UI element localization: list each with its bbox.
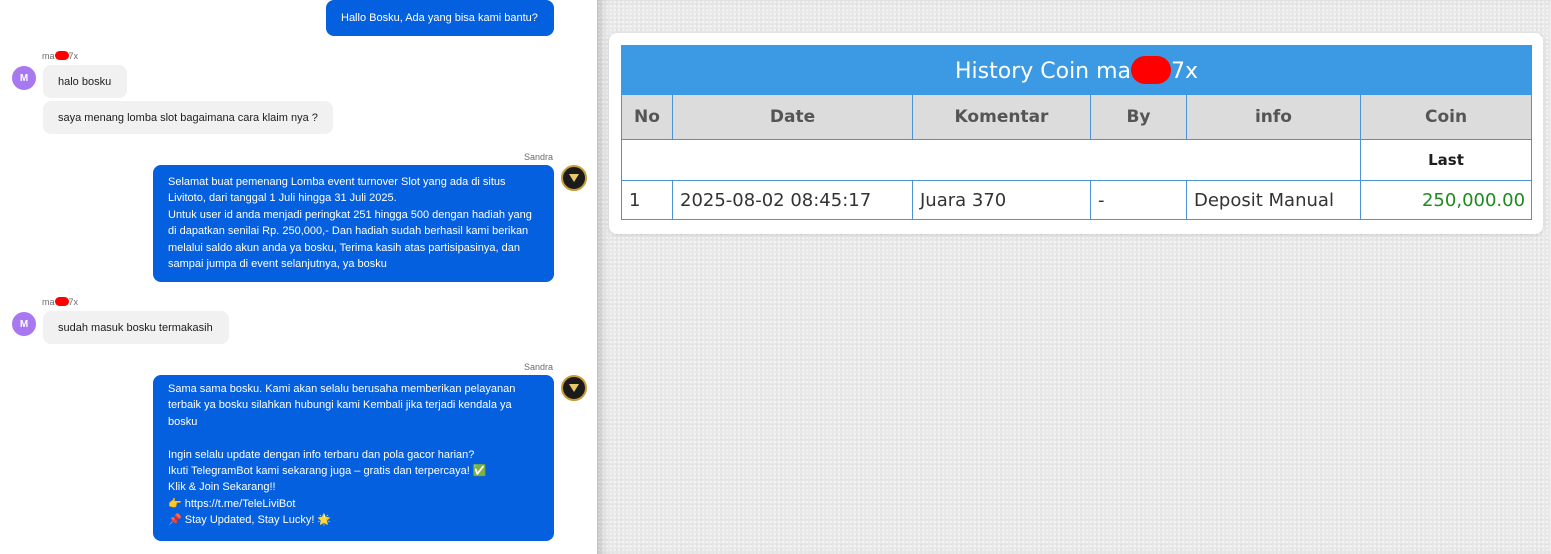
chat-message-outgoing: Hallo Bosku, Ada yang bisa kami bantu? xyxy=(326,0,554,36)
message-sender-name: ma 7x xyxy=(42,297,79,307)
cell-coin: 250,000.00 xyxy=(1359,180,1533,220)
coin-history-card: History Coin ma 7x No Date Komentar By in… xyxy=(609,33,1543,234)
screenshot-panel: History Coin ma 7x No Date Komentar By in… xyxy=(597,0,1551,554)
agent-avatar xyxy=(561,165,587,191)
chat-message-incoming: halo bosku xyxy=(43,65,127,98)
coin-history-table: History Coin ma 7x No Date Komentar By in… xyxy=(620,45,1533,220)
redaction-mark xyxy=(54,297,69,306)
chat-message-incoming: sudah masuk bosku termakasih xyxy=(43,311,229,344)
empty-cell xyxy=(621,139,1361,181)
redaction-mark xyxy=(54,51,69,60)
column-header-coin: Coin xyxy=(1359,94,1533,140)
chat-message-incoming: saya menang lomba slot bagaimana cara kl… xyxy=(43,101,333,134)
cell-date: 2025-08-02 08:45:17 xyxy=(672,180,913,220)
chat-message-outgoing: Selamat buat pemenang Lomba event turnov… xyxy=(153,165,554,282)
column-header-date: Date xyxy=(672,94,913,140)
cell-info: Deposit Manual xyxy=(1186,180,1361,220)
table-row: 1 2025-08-02 08:45:17 Juara 370 - Deposi… xyxy=(621,180,1533,220)
message-sender-name: Sandra xyxy=(524,152,554,162)
column-header-by: By xyxy=(1090,94,1187,140)
table-title: History Coin ma 7x xyxy=(620,45,1533,95)
cell-by: - xyxy=(1090,180,1187,220)
message-sender-name: Sandra xyxy=(524,362,554,372)
cell-no: 1 xyxy=(621,180,673,220)
user-avatar: M xyxy=(12,312,36,336)
redaction-mark xyxy=(1131,56,1172,84)
agent-avatar xyxy=(561,375,587,401)
message-sender-name: ma 7x xyxy=(42,51,79,61)
user-avatar: M xyxy=(12,66,36,90)
column-header-info: info xyxy=(1186,94,1361,140)
last-label: Last xyxy=(1359,139,1533,181)
column-header-no: No xyxy=(621,94,673,140)
brand-logo-icon xyxy=(569,384,579,392)
column-header-komentar: Komentar xyxy=(912,94,1091,140)
cell-komentar: Juara 370 xyxy=(912,180,1091,220)
chat-message-outgoing: Sama sama bosku. Kami akan selalu berusa… xyxy=(153,375,554,541)
chat-panel: Hallo Bosku, Ada yang bisa kami bantu? m… xyxy=(0,0,597,554)
brand-logo-icon xyxy=(569,174,579,182)
